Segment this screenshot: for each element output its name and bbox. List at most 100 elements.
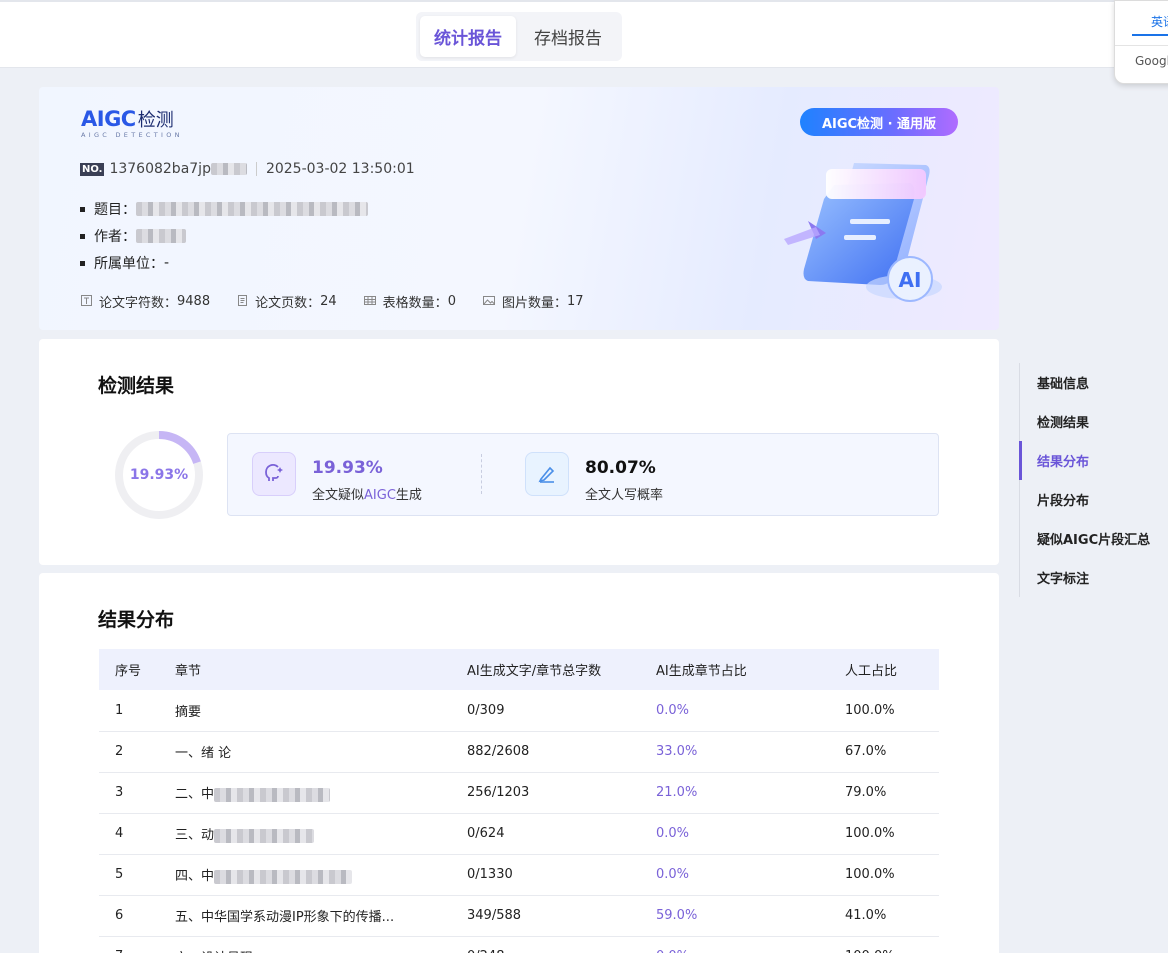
row-ai-count: 0/1330 xyxy=(451,854,640,896)
svg-text:AI: AI xyxy=(899,268,922,292)
text-icon xyxy=(80,294,93,310)
distribution-table: 序号 章节 AI生成文字/章节总字数 AI生成章节占比 人工占比 1 摘要 0/… xyxy=(99,649,939,953)
header-ai-percent: AI生成章节占比 xyxy=(640,649,829,690)
result-summary-panel: 19.93% 全文疑似AIGC生成 80.07% 全文人写概率 xyxy=(227,433,939,516)
tab-archive-report[interactable]: 存档报告 xyxy=(520,16,616,57)
ai-label-pre: 全文疑似 xyxy=(312,488,365,503)
row-human-percent: 67.0% xyxy=(829,731,939,773)
meta-divider xyxy=(255,162,257,176)
row-ai-count: 349/588 xyxy=(451,895,640,937)
report-header-card: AIGC 检测 AIGC DETECTION AIGC检测 · 通用版 NO. … xyxy=(39,87,999,330)
stat-tables: 表格数量： 0 xyxy=(363,292,456,311)
unit-label: 所属单位： xyxy=(94,256,164,272)
table-row[interactable]: 3 二、中 256/1203 21.0% 79.0% xyxy=(99,772,939,814)
redacted-number-suffix xyxy=(210,163,247,175)
nav-detection-result[interactable]: 检测结果 xyxy=(1019,402,1168,441)
row-index: 4 xyxy=(99,813,159,855)
report-number: 1376082ba7jp xyxy=(109,161,211,177)
report-tabs: 统计报告 存档报告 xyxy=(416,12,622,61)
nav-segment-distribution[interactable]: 片段分布 xyxy=(1019,480,1168,519)
table-row[interactable]: 6 五、中华国学系动漫IP形象下的传播... 349/588 59.0% 41.… xyxy=(99,895,939,937)
google-label: Google xyxy=(1135,54,1168,68)
row-ai-percent: 21.0% xyxy=(640,772,829,814)
stat-characters: 论文字符数： 9488 xyxy=(80,292,210,311)
redacted-author xyxy=(136,229,186,243)
stat-value: 24 xyxy=(320,294,337,309)
ai-label-post: 生成 xyxy=(395,488,422,503)
aigc-logo: AIGC 检测 xyxy=(81,109,174,130)
row-chapter: 二、中 xyxy=(159,772,451,814)
title-label: 题目： xyxy=(94,202,136,218)
table-row[interactable]: 1 摘要 0/309 0.0% 100.0% xyxy=(99,690,939,732)
table-row[interactable]: 2 一、绪 论 882/2608 33.0% 67.0% xyxy=(99,731,939,773)
redacted-chapter xyxy=(214,869,353,884)
row-ai-count: 256/1203 xyxy=(451,772,640,814)
row-human-percent: 41.0% xyxy=(829,895,939,937)
table-header-row: 序号 章节 AI生成文字/章节总字数 AI生成章节占比 人工占比 xyxy=(99,649,939,690)
top-bar: 统计报告 存档报告 xyxy=(0,0,1168,68)
report-meta: NO. 1376082ba7jp 2025-03-02 13:50:01 xyxy=(80,161,415,177)
unit-row: 所属单位： - xyxy=(80,253,169,273)
stat-label: 论文页数： xyxy=(255,296,321,311)
row-index: 5 xyxy=(99,854,159,896)
row-chapter: 四、中 xyxy=(159,854,451,896)
row-index: 3 xyxy=(99,772,159,814)
nav-result-distribution[interactable]: 结果分布 xyxy=(1019,441,1168,480)
row-ai-count: 0/624 xyxy=(451,813,640,855)
header-index: 序号 xyxy=(99,649,159,690)
author-row: 作者： xyxy=(80,226,186,246)
redacted-chapter xyxy=(214,828,315,843)
logo-main-text: AIGC xyxy=(81,107,136,131)
stat-label: 表格数量： xyxy=(382,296,448,311)
human-written-label: 全文人写概率 xyxy=(585,488,664,503)
stat-value: 0 xyxy=(447,294,456,309)
translate-language[interactable]: 英语 xyxy=(1151,13,1168,30)
section-navigation: 基础信息 检测结果 结果分布 片段分布 疑似AIGC片段汇总 文字标注 xyxy=(1019,363,1168,597)
title-row: 题目： xyxy=(80,199,368,219)
paper-stats: 论文字符数： 9488 论文页数： 24 表格数量： 0 图片数量： 17 xyxy=(80,292,610,311)
detection-result-card: 检测结果 19.93% 19.93% 全文疑似AIGC生成 80.07% 全文人… xyxy=(39,339,999,565)
popup-divider xyxy=(1115,45,1168,46)
detection-result-title: 检测结果 xyxy=(98,375,175,397)
row-ai-percent: 0.0% xyxy=(640,690,829,732)
stat-value: 9488 xyxy=(177,294,211,309)
row-chapter: 三、动 xyxy=(159,813,451,855)
table-row[interactable]: 4 三、动 0/624 0.0% 100.0% xyxy=(99,813,939,855)
redacted-chapter xyxy=(214,787,331,802)
header-ai-ratio-count: AI生成文字/章节总字数 xyxy=(451,649,640,690)
row-chapter: 一、绪 论 xyxy=(159,731,451,773)
row-human-percent: 79.0% xyxy=(829,772,939,814)
row-ai-percent: 0.0% xyxy=(640,854,829,896)
row-human-percent: 100.0% xyxy=(829,690,939,732)
redacted-title xyxy=(136,202,368,216)
nav-basic-info[interactable]: 基础信息 xyxy=(1019,363,1168,402)
row-ai-percent: 33.0% xyxy=(640,731,829,773)
nav-text-annotation[interactable]: 文字标注 xyxy=(1019,558,1168,597)
row-ai-count: 882/2608 xyxy=(451,731,640,773)
row-index: 7 xyxy=(99,936,159,953)
row-ai-percent: 59.0% xyxy=(640,895,829,937)
human-written-value: 80.07% xyxy=(585,458,656,478)
tab-statistics-report[interactable]: 统计报告 xyxy=(420,16,516,57)
page-icon xyxy=(236,294,249,310)
chapter-text: 二、中 xyxy=(175,787,215,802)
row-index: 6 xyxy=(99,895,159,937)
ring-percent: 19.93% xyxy=(129,467,189,483)
translate-popup: 英语 Google xyxy=(1114,0,1168,84)
ai-generated-label: 全文疑似AIGC生成 xyxy=(312,484,422,503)
report-datetime: 2025-03-02 13:50:01 xyxy=(265,161,415,177)
row-human-percent: 100.0% xyxy=(829,936,939,953)
table-row[interactable]: 7 六、设计呈现 0/248 0.0% 100.0% xyxy=(99,936,939,953)
row-human-percent: 100.0% xyxy=(829,813,939,855)
stat-images: 图片数量： 17 xyxy=(482,292,584,311)
stat-label: 论文字符数： xyxy=(99,296,178,311)
row-ai-percent: 0.0% xyxy=(640,813,829,855)
table-icon xyxy=(363,294,377,310)
nav-suspected-aigc-summary[interactable]: 疑似AIGC片段汇总 xyxy=(1019,519,1168,558)
table-row[interactable]: 5 四、中 0/1330 0.0% 100.0% xyxy=(99,854,939,896)
author-label: 作者： xyxy=(94,229,136,245)
language-underline xyxy=(1132,34,1168,36)
header-human-percent: 人工占比 xyxy=(829,649,939,690)
logo-subtitle: AIGC DETECTION xyxy=(81,131,183,139)
panel-divider xyxy=(481,454,482,494)
